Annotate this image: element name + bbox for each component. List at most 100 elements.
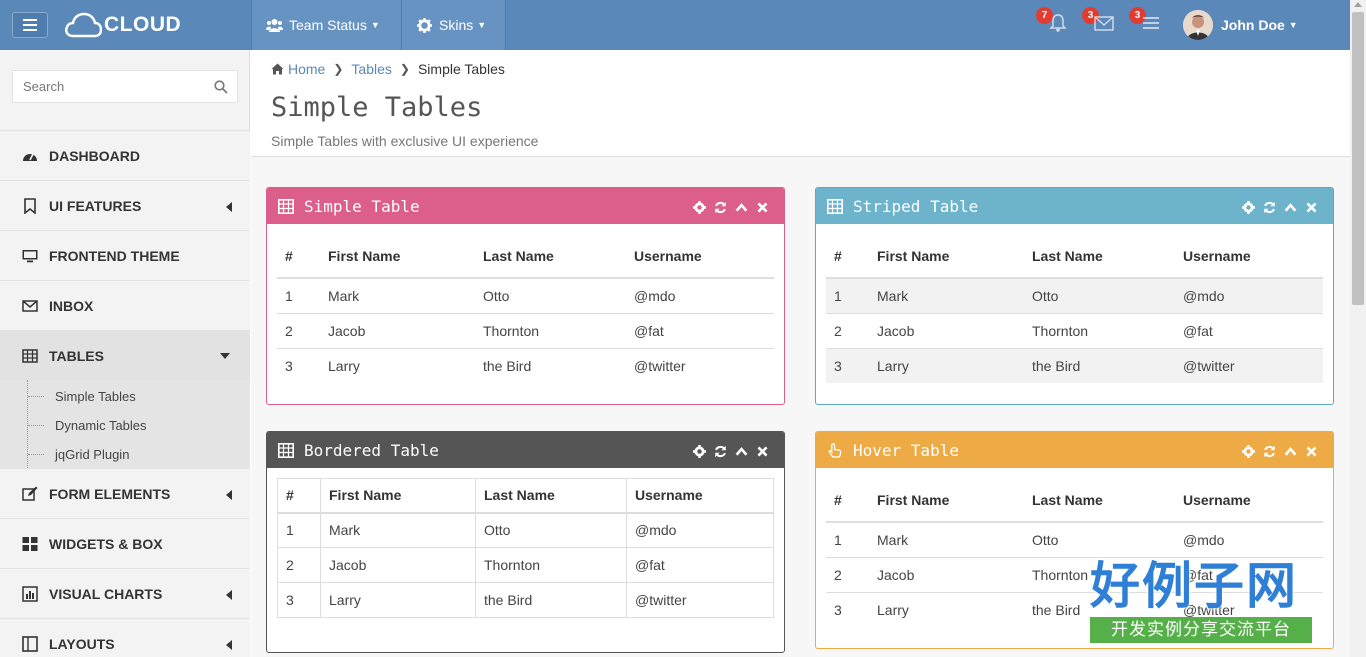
panel-title: Simple Table — [304, 196, 420, 216]
sidebar-item-label: INBOX — [49, 297, 94, 314]
panel-collapse-button[interactable] — [735, 201, 749, 214]
scrollbar-thumb[interactable] — [1352, 12, 1364, 305]
submenu-item-dynamic-tables[interactable]: Dynamic Tables — [0, 411, 250, 440]
panel-config-button[interactable] — [1242, 201, 1256, 214]
nav-team-status-label: Team Status — [289, 17, 367, 33]
breadcrumb-tables-link[interactable]: Tables — [351, 61, 391, 77]
panel-collapse-button[interactable] — [1284, 201, 1298, 214]
sidebar-item-ui-features[interactable]: UI FEATURES — [0, 180, 250, 230]
close-icon — [757, 446, 768, 457]
column-header: Username — [626, 478, 774, 514]
panel-refresh-button[interactable] — [714, 445, 728, 458]
panel-tools — [1235, 201, 1319, 214]
table-row: 3 Larry the Bird @twitter — [277, 582, 774, 618]
sidebar-item-label: VISUAL CHARTS — [49, 585, 163, 602]
table-icon — [278, 198, 294, 214]
table-cell: Thornton — [475, 312, 626, 348]
panel-collapse-button[interactable] — [735, 445, 749, 458]
panel-close-button[interactable] — [1305, 445, 1319, 458]
panel-header: Hover Table — [816, 432, 1333, 468]
panel-refresh-button[interactable] — [1263, 445, 1277, 458]
column-header: First Name — [869, 234, 1024, 279]
table-row[interactable]: 1 Mark Otto @mdo — [826, 521, 1323, 557]
close-icon — [1306, 202, 1317, 213]
panel-config-button[interactable] — [693, 445, 707, 458]
sidebar-item-layouts[interactable]: LAYOUTS — [0, 618, 250, 657]
search-icon[interactable] — [214, 80, 228, 94]
column-header: # — [826, 478, 869, 523]
page-scrollbar[interactable] — [1350, 0, 1366, 657]
table-cell: Otto — [475, 512, 627, 548]
grid-icon — [22, 536, 38, 551]
table-cell: @fat — [626, 547, 774, 583]
chevron-down-icon: ▼ — [1288, 20, 1298, 30]
cloud-icon — [65, 12, 102, 38]
table-cell: the Bird — [475, 347, 626, 383]
sidebar-item-tables[interactable]: TABLES — [0, 330, 250, 380]
panel-refresh-button[interactable] — [1263, 201, 1277, 214]
nav-skins[interactable]: Skins ▼ — [401, 0, 506, 50]
nav-team-status[interactable]: Team Status ▼ — [251, 0, 401, 50]
table-cell: 3 — [826, 347, 869, 383]
notifications-button[interactable]: 7 — [1036, 7, 1070, 33]
table-cell: 3 — [277, 582, 321, 618]
sidebar-item-form-elements[interactable]: FORM ELEMENTS — [0, 468, 250, 518]
column-header: Last Name — [475, 478, 627, 514]
bookmark-icon — [24, 197, 36, 214]
search-input[interactable] — [13, 71, 203, 102]
refresh-icon — [715, 445, 726, 458]
simple-table: # First Name Last Name Username 1 Mark Ott… — [277, 234, 774, 383]
tasks-icon — [1143, 17, 1159, 29]
scroll-up-icon[interactable] — [1354, 2, 1362, 7]
table-cell: @twitter — [626, 347, 774, 383]
bordered-table-panel: Bordered Table # First Name Last Name Us… — [266, 431, 785, 653]
menu-toggle-button[interactable] — [12, 12, 48, 38]
simple-table-panel: Simple Table # First Name Last Name User… — [266, 187, 785, 405]
bar-chart-icon — [22, 585, 38, 602]
striped-table-panel: Striped Table # First Name Last Name Use… — [815, 187, 1334, 405]
panel-collapse-button[interactable] — [1284, 445, 1298, 458]
sidebar: DASHBOARD UI FEATURES FRONTEND THEME INB… — [0, 50, 250, 657]
table-cell: 2 — [826, 556, 869, 592]
submenu-item-simple-tables[interactable]: Simple Tables — [0, 382, 250, 411]
column-header: # — [277, 478, 321, 514]
logo[interactable]: CLOUD — [64, 11, 181, 39]
table-cell: 1 — [277, 277, 320, 313]
striped-table: # First Name Last Name Username 1 Mark Ott… — [826, 234, 1323, 383]
table-header-row: # First Name Last Name Username — [826, 234, 1323, 279]
chevron-up-icon — [735, 203, 748, 212]
table-cell: 3 — [826, 591, 869, 627]
submenu-item-jqgrid-plugin[interactable]: jqGrid Plugin — [0, 440, 250, 469]
gear-icon — [417, 17, 432, 33]
sidebar-item-label: WIDGETS & BOX — [49, 535, 163, 552]
panel-config-button[interactable] — [693, 201, 707, 214]
sidebar-item-inbox[interactable]: INBOX — [0, 280, 250, 330]
table-cell: the Bird — [1024, 347, 1175, 383]
column-header: Username — [1175, 234, 1323, 279]
sidebar-item-frontend-theme[interactable]: FRONTEND THEME — [0, 230, 250, 280]
bell-icon — [1049, 14, 1067, 32]
messages-button[interactable]: 3 — [1082, 7, 1116, 33]
sidebar-item-widgets-box[interactable]: WIDGETS & BOX — [0, 518, 250, 568]
chevron-up-icon — [735, 447, 748, 456]
panel-header: Striped Table — [816, 188, 1333, 224]
sidebar-item-visual-charts[interactable]: VISUAL CHARTS — [0, 568, 250, 618]
tasks-button[interactable]: 3 — [1129, 7, 1163, 33]
dashboard-icon — [23, 153, 37, 161]
table-cell: Otto — [475, 277, 626, 313]
panel-close-button[interactable] — [1305, 201, 1319, 214]
panel-close-button[interactable] — [756, 445, 770, 458]
panel-body: # First Name Last Name Username 1 Mark Ott… — [267, 224, 784, 383]
table-row: 1 Mark Otto @mdo — [826, 277, 1323, 313]
panel-config-button[interactable] — [1242, 445, 1256, 458]
panel-refresh-button[interactable] — [714, 201, 728, 214]
user-menu[interactable]: John Doe ▼ — [1183, 9, 1298, 41]
table-cell: Mark — [869, 277, 1024, 313]
table-cell: @mdo — [626, 512, 774, 548]
table-cell: Otto — [1024, 277, 1175, 313]
breadcrumb-home-link[interactable]: Home — [288, 61, 325, 77]
chevron-right-icon: ❯ — [399, 62, 410, 76]
breadcrumb: Home ❯ Tables ❯ Simple Tables — [271, 61, 505, 77]
sidebar-item-dashboard[interactable]: DASHBOARD — [0, 130, 250, 180]
panel-close-button[interactable] — [756, 201, 770, 214]
